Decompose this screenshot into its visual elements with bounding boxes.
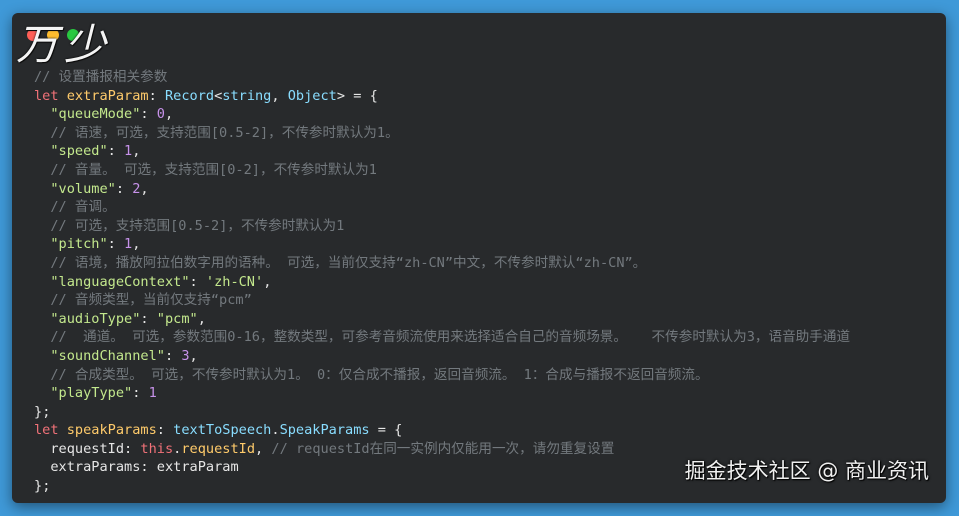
code-line: // 音频类型，当前仅支持“pcm” xyxy=(50,292,252,309)
code-line: // 设置播报相关参数 xyxy=(34,69,168,85)
code-line: "volume": 2, xyxy=(50,180,149,197)
watermark-logo: 万少 xyxy=(16,20,113,69)
code-line: // 音调。 xyxy=(50,199,116,216)
code-line: "playType": 1 xyxy=(50,385,157,402)
footer-watermark: 掘金技术社区 @ 商业资讯 xyxy=(684,459,929,483)
code-line: // 语速，可选，支持范围[0.5-2]，不传参时默认为1。 xyxy=(50,124,399,141)
code-line: // 可选，支持范围[0.5-2]，不传参时默认为1 xyxy=(50,217,345,234)
code-line: let extraParam: Record<string, Object> =… xyxy=(34,87,378,104)
code-line: // 音量。 可选，支持范围[0-2]，不传参时默认为1 xyxy=(50,161,377,178)
code-line: // 语境，播放阿拉伯数字用的语种。 可选，当前仅支持“zh-CN”中文，不传参… xyxy=(50,254,647,271)
code-line: }; xyxy=(34,403,51,420)
code-line: // 通道。 可选，参数范围0-16，整数类型，可参考音频流使用来选择适合自己的… xyxy=(50,329,851,346)
code-line: "languageContext": 'zh-CN', xyxy=(50,273,272,290)
code-line: // 合成类型。 可选，不传参时默认为1。 0：仅合成不播报，返回音频流。 1：… xyxy=(50,366,709,383)
code-line: let speakParams: textToSpeech.SpeakParam… xyxy=(34,422,403,439)
code-window: 万少 // 设置播报相关参数 let extraParam: Record<str… xyxy=(12,13,946,503)
code-line: "pitch": 1, xyxy=(50,236,141,253)
code-line: "soundChannel": 3, xyxy=(50,347,198,364)
code-block: // 设置播报相关参数 let extraParam: Record<string… xyxy=(34,68,850,496)
code-line: "speed": 1, xyxy=(50,143,141,160)
code-line: "audioType": "pcm", xyxy=(50,310,206,327)
code-line: "queueMode": 0, xyxy=(50,106,174,123)
